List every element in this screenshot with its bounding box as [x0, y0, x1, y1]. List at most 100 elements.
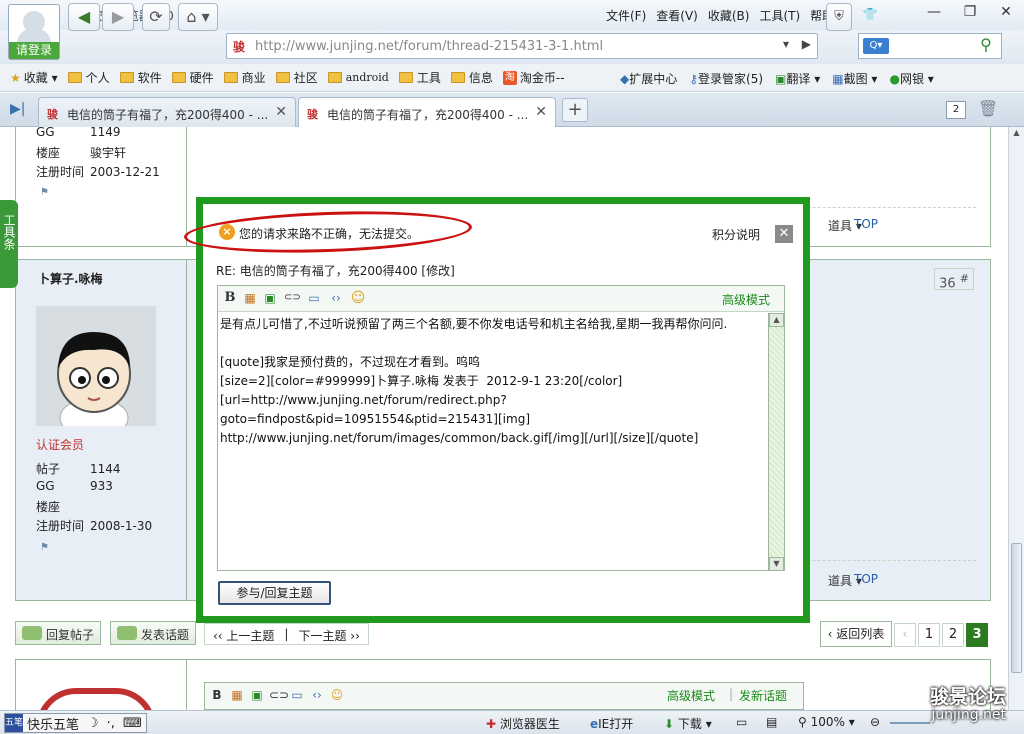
reply-post-button[interactable]: 回复帖子 — [15, 621, 102, 645]
go-arrow-icon[interactable]: ▶ — [802, 37, 811, 51]
pager-prev[interactable]: ‹ — [894, 623, 916, 647]
chevron-down-icon[interactable]: ▾ — [783, 37, 789, 51]
score-help-link[interactable]: 积分说明 — [712, 226, 760, 243]
tab-list-icon[interactable]: 2 — [946, 101, 966, 119]
address-text[interactable]: http://www.junjing.net/forum/thread-2154… — [255, 39, 603, 54]
pager-page-1[interactable]: 1 — [918, 623, 940, 647]
bookmark-favorites[interactable]: ★ 收藏 ▾ — [10, 69, 58, 86]
bank-button[interactable]: ●网银 ▾ — [889, 70, 933, 87]
post-username[interactable]: 卜算子.咏梅 — [38, 270, 103, 287]
color-grid-icon[interactable]: ▦ — [229, 687, 245, 703]
close-tab-icon[interactable]: ✕ — [535, 104, 547, 120]
menu-file[interactable]: 文件(F) — [606, 7, 646, 24]
code-icon[interactable]: ‹› — [328, 290, 344, 306]
skin-icon[interactable]: 👕 — [863, 7, 878, 24]
tools-label: 道具 — [828, 574, 853, 588]
bookmark-hardware[interactable]: 硬件 — [171, 69, 214, 86]
back-button[interactable]: ◀ — [68, 3, 100, 31]
image-icon[interactable]: ▣ — [262, 290, 278, 306]
new-topic-link[interactable]: 发新话题 — [739, 687, 787, 704]
smiley-icon[interactable]: ☺ — [329, 687, 345, 703]
info-row: 帖子 1144 — [36, 460, 121, 477]
back-to-list-button[interactable]: ‹ 返回列表 — [820, 621, 892, 647]
bookmark-info[interactable]: 信息 — [450, 69, 493, 86]
bookmark-business[interactable]: 商业 — [223, 69, 266, 86]
prev-topic-link[interactable]: ‹‹ 上一主题 — [213, 627, 274, 643]
refresh-button[interactable]: ⟳ — [142, 3, 170, 31]
close-window-button[interactable]: ✕ — [988, 0, 1024, 26]
maximize-button[interactable]: ❐ — [952, 0, 988, 26]
close-tab-icon[interactable]: ✕ — [275, 104, 287, 120]
minimize-button[interactable]: — — [916, 0, 952, 26]
scroll-thumb[interactable] — [1011, 543, 1022, 673]
menu-view[interactable]: 查看(V) — [656, 7, 698, 24]
advanced-mode-link[interactable]: 高级模式 — [667, 687, 715, 704]
ime-toolbar[interactable]: 五笔 快乐五笔 ☽ ·, ⌨ — [4, 713, 147, 733]
close-dialog-button[interactable]: ✕ — [775, 225, 793, 243]
menu-tools[interactable]: 工具(T) — [759, 7, 800, 24]
bookmark-community[interactable]: 社区 — [275, 69, 318, 86]
image-icon[interactable]: ▣ — [249, 687, 265, 703]
scroll-up-arrow[interactable]: ▲ — [1010, 128, 1023, 142]
download-button[interactable]: ⬇ 下载 ▾ — [664, 715, 712, 732]
floor-number[interactable]: 36 # — [934, 268, 974, 291]
bookmark-personal[interactable]: 个人 — [67, 69, 110, 86]
link-icon[interactable]: ⊂⊃ — [284, 290, 301, 306]
tab-2[interactable]: 骏 电信的筒子有福了，充200得400 - ... ✕ — [298, 97, 556, 127]
page-scrollbar[interactable]: ▲ — [1008, 127, 1024, 710]
code-icon[interactable]: ‹› — [309, 687, 325, 703]
zoom-out-icon[interactable]: ⊖ — [870, 715, 880, 729]
bookmark-android[interactable]: android — [327, 71, 389, 84]
bookmark-tools[interactable]: 工具 — [398, 69, 441, 86]
window-icon[interactable]: ▭ — [736, 715, 747, 729]
top-link[interactable]: TOP — [854, 572, 878, 586]
bookmark-taojinbi[interactable]: 淘淘金币-- — [502, 69, 565, 86]
link-icon[interactable]: ⊂⊃ — [269, 687, 289, 703]
ext-center-button[interactable]: ◆扩展中心 — [620, 70, 677, 87]
smiley-icon[interactable]: ☺ — [350, 290, 366, 306]
screenshot-button[interactable]: ▦截图 ▾ — [832, 70, 877, 87]
reply-textarea[interactable]: 是有点儿可惜了,不过听说预留了两三个名额,要不你发电话号和机主名给我,星期一我再… — [220, 315, 764, 567]
new-topic-button[interactable]: 发表话题 — [110, 621, 197, 645]
bold-icon[interactable]: B — [222, 290, 238, 306]
punct-icon[interactable]: ·, — [103, 716, 119, 731]
bookmark-software[interactable]: 软件 — [119, 69, 162, 86]
tab-1[interactable]: 骏 电信的筒子有福了，充200得400 - ... ✕ — [38, 97, 296, 127]
new-tab-button[interactable]: + — [562, 98, 588, 122]
color-grid-icon[interactable]: ▦ — [242, 290, 258, 306]
search-engine-icon[interactable]: Q▾ — [863, 38, 889, 54]
stack-icon[interactable]: ▤ — [766, 715, 777, 729]
user-login-avatar[interactable]: 请登录 — [8, 4, 60, 60]
user-avatar[interactable] — [36, 306, 156, 439]
next-topic-link[interactable]: 下一主题 ›› — [298, 627, 359, 643]
quote-icon[interactable]: ▭ — [306, 290, 322, 306]
scroll-up-arrow[interactable]: ▲ — [769, 313, 784, 327]
advanced-mode-link[interactable]: 高级模式 — [722, 291, 770, 308]
zoom-slider[interactable] — [890, 722, 930, 724]
submit-reply-button[interactable]: 参与/回复主题 — [218, 581, 331, 605]
moon-icon[interactable]: ☽ — [83, 716, 103, 731]
login-label[interactable]: 请登录 — [9, 42, 59, 59]
top-link[interactable]: TOP — [854, 217, 878, 231]
bold-icon[interactable]: B — [209, 687, 225, 703]
editor-scrollbar[interactable]: ▲ ▼ — [768, 313, 784, 571]
scroll-down-arrow[interactable]: ▼ — [769, 557, 784, 571]
keyboard-icon[interactable]: ⌨ — [119, 716, 146, 731]
translate-button[interactable]: ▣翻译 ▾ — [775, 70, 820, 87]
shield-icon[interactable]: ⛨ — [826, 3, 852, 31]
quote-icon[interactable]: ▭ — [289, 687, 305, 703]
ie-open-button[interactable]: eIE打开 — [590, 715, 633, 732]
sidebar-toggle-icon[interactable]: ▶| — [10, 101, 25, 117]
browser-doctor-button[interactable]: ✚ 浏览器医生 — [486, 715, 560, 732]
zoom-control[interactable]: ⚲ 100% ▾ — [798, 715, 855, 729]
pager-page-2[interactable]: 2 — [942, 623, 964, 647]
trash-icon[interactable]: 🗑 — [978, 99, 998, 118]
forward-button[interactable]: ▶ — [102, 3, 134, 31]
address-bar[interactable]: 骏 http://www.junjing.net/forum/thread-21… — [226, 33, 818, 59]
search-button[interactable]: ⚲ — [970, 33, 1002, 59]
toolbar-side-tab[interactable]: 工具条 — [0, 200, 18, 288]
login-manager-button[interactable]: ⚷登录管家(5) — [689, 70, 763, 87]
menu-favorites[interactable]: 收藏(B) — [708, 7, 750, 24]
home-button[interactable]: ⌂ ▾ — [178, 3, 218, 31]
pager-page-current[interactable]: 3 — [966, 623, 988, 647]
